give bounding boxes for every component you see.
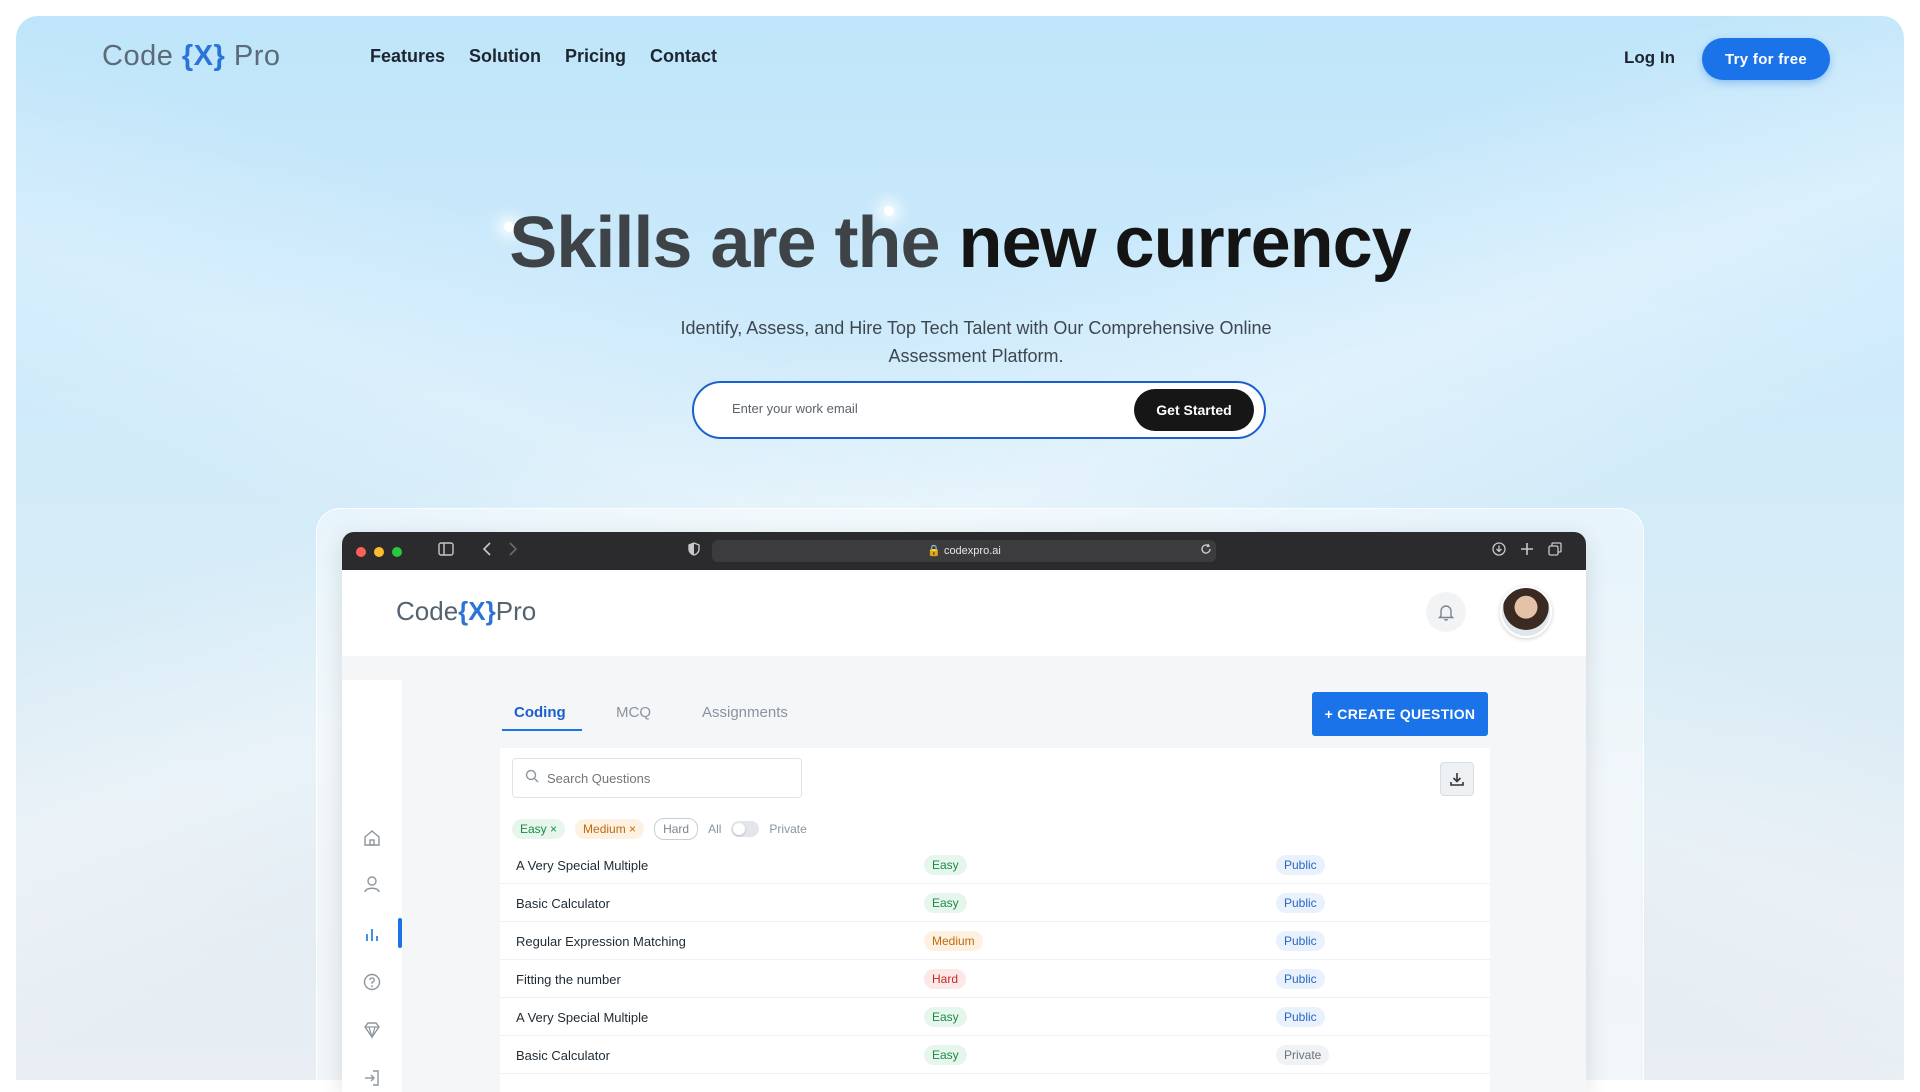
browser-window: 🔒 codexpro.ai Code{X}Pro Coding MCQ Assi… — [342, 532, 1586, 1092]
brand-logo[interactable]: Code {X} Pro — [102, 40, 281, 73]
search-input[interactable] — [547, 770, 767, 786]
filter-easy-chip[interactable]: Easy × — [512, 819, 566, 839]
nav-links: Features Solution Pricing Contact — [370, 46, 717, 67]
visibility-badge: Public — [1276, 893, 1325, 913]
help-icon[interactable] — [362, 972, 382, 992]
filter-private-label: Private — [769, 822, 807, 836]
login-link[interactable]: Log In — [1624, 48, 1675, 68]
table-row[interactable]: Fitting the number Hard Public — [500, 960, 1490, 998]
browser-chrome: 🔒 codexpro.ai — [342, 532, 1586, 570]
question-title: Regular Expression Matching — [516, 934, 686, 949]
diamond-icon[interactable] — [362, 1020, 382, 1040]
visibility-toggle[interactable] — [731, 821, 760, 837]
question-title: Fitting the number — [516, 972, 621, 987]
app-brand-logo[interactable]: Code{X}Pro — [396, 596, 536, 627]
hero-title-part1: Skills are the — [509, 203, 940, 283]
export-download-button[interactable] — [1440, 762, 1474, 796]
question-title: Basic Calculator — [516, 896, 610, 911]
active-tab-underline — [502, 729, 582, 731]
filter-all-label: All — [708, 822, 722, 836]
filter-medium-chip[interactable]: Medium × — [575, 819, 645, 839]
email-signup-form: Get Started — [692, 381, 1266, 439]
shield-icon[interactable] — [688, 542, 700, 559]
app-sidebar — [342, 680, 402, 1092]
tab-assignments[interactable]: Assignments — [702, 704, 788, 721]
question-title: A Very Special Multiple — [516, 1010, 649, 1025]
sidebar-toggle-icon[interactable] — [438, 542, 454, 559]
address-bar[interactable]: 🔒 codexpro.ai — [712, 540, 1216, 562]
table-row[interactable]: A Very Special Multiple Easy Public — [500, 998, 1490, 1036]
table-row[interactable]: Basic Calculator Easy Private — [500, 1036, 1490, 1074]
difficulty-badge: Easy — [924, 1045, 967, 1065]
notification-bell-icon[interactable] — [1426, 592, 1466, 632]
user-avatar[interactable] — [1500, 586, 1552, 638]
top-nav: Code {X} Pro Features Solution Pricing C… — [16, 16, 1904, 100]
create-question-button[interactable]: + CREATE QUESTION — [1312, 692, 1488, 736]
lock-icon: 🔒 — [927, 545, 941, 557]
maximize-dot-icon[interactable] — [392, 547, 402, 557]
question-title: Basic Calculator — [516, 1048, 610, 1063]
difficulty-badge: Easy — [924, 855, 967, 875]
hero-title-part2: new currency — [958, 203, 1412, 283]
difficulty-badge: Medium — [924, 931, 983, 951]
difficulty-badge: Hard — [924, 969, 967, 989]
difficulty-badge: Easy — [924, 1007, 967, 1027]
back-icon[interactable] — [482, 542, 492, 559]
table-row[interactable]: Basic Calculator Easy Public — [500, 884, 1490, 922]
brand-suffix: Pro — [225, 40, 281, 72]
visibility-badge: Public — [1276, 931, 1325, 951]
table-row[interactable]: A Very Special Multiple Easy Public — [500, 846, 1490, 884]
url-text: codexpro.ai — [943, 545, 1001, 557]
visibility-badge: Private — [1276, 1045, 1330, 1065]
sidebar-active-indicator — [398, 918, 402, 948]
visibility-badge: Public — [1276, 969, 1325, 989]
app-brand-prefix: Code — [396, 596, 459, 626]
nav-link-pricing[interactable]: Pricing — [565, 46, 626, 67]
logout-icon[interactable] — [362, 1068, 382, 1088]
difficulty-filters: Easy × Medium × Hard All Private — [512, 818, 807, 840]
nav-link-contact[interactable]: Contact — [650, 46, 717, 67]
app-brand-suffix: Pro — [495, 596, 537, 626]
get-started-button[interactable]: Get Started — [1134, 389, 1254, 431]
visibility-badge: Public — [1276, 855, 1325, 875]
visibility-badge: Public — [1276, 1007, 1325, 1027]
download-icon[interactable] — [1492, 542, 1506, 559]
search-icon — [525, 769, 539, 788]
brand-x: {X} — [181, 40, 226, 72]
new-tab-icon[interactable] — [1520, 542, 1534, 559]
email-field[interactable] — [732, 401, 1092, 416]
brand-prefix: Code — [102, 40, 182, 72]
app-brand-x: {X} — [458, 596, 496, 626]
try-for-free-button[interactable]: Try for free — [1702, 38, 1830, 80]
nav-link-features[interactable]: Features — [370, 46, 445, 67]
download-tray-icon — [1450, 773, 1464, 786]
analytics-icon[interactable] — [362, 924, 382, 944]
tab-coding[interactable]: Coding — [514, 704, 566, 721]
close-dot-icon[interactable] — [356, 547, 366, 557]
tabs-overview-icon[interactable] — [1548, 542, 1562, 559]
hero-title: Skills are the new currency — [16, 202, 1904, 284]
app-header: Code{X}Pro — [342, 570, 1586, 656]
question-title: A Very Special Multiple — [516, 858, 649, 873]
home-icon[interactable] — [362, 828, 382, 848]
filter-hard-chip[interactable]: Hard — [654, 818, 699, 840]
minimize-dot-icon[interactable] — [374, 547, 384, 557]
hero-subtitle: Identify, Assess, and Hire Top Tech Tale… — [680, 318, 1272, 366]
questions-panel: Easy × Medium × Hard All Private A Very … — [500, 748, 1490, 1092]
reload-icon[interactable] — [1200, 542, 1212, 558]
difficulty-badge: Easy — [924, 893, 967, 913]
user-icon[interactable] — [362, 874, 382, 894]
question-tabs: Coding MCQ Assignments — [500, 692, 1100, 732]
tab-mcq[interactable]: MCQ — [616, 704, 651, 721]
search-box[interactable] — [512, 758, 802, 798]
nav-link-solution[interactable]: Solution — [469, 46, 541, 67]
forward-icon[interactable] — [508, 542, 518, 559]
table-row[interactable]: Regular Expression Matching Medium Publi… — [500, 922, 1490, 960]
